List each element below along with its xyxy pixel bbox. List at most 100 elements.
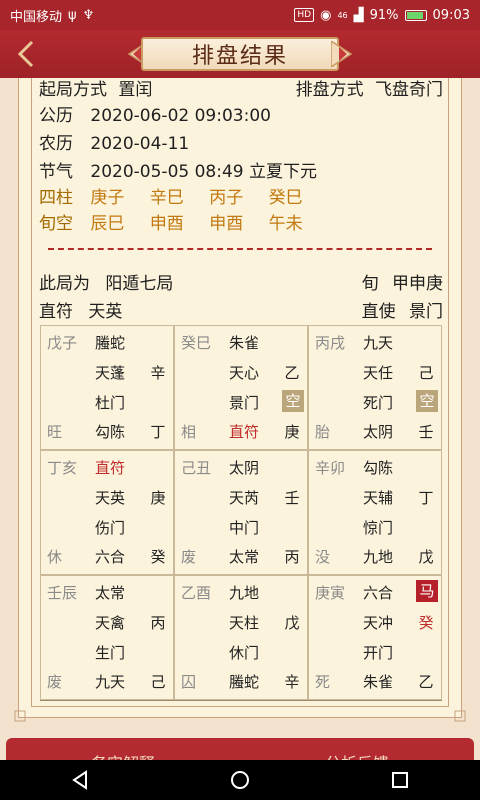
usb-debug-icon: ♆ <box>82 7 95 23</box>
palace-state: 废 <box>181 548 197 566</box>
palace-god2: 螣蛇 <box>229 673 260 691</box>
back-arrow-icon[interactable] <box>12 38 40 70</box>
palace-stem: 癸巳 <box>181 334 212 352</box>
back-triangle-icon[interactable] <box>69 769 91 791</box>
palace-god: 太常 <box>95 584 126 602</box>
recents-square-icon[interactable] <box>389 769 411 791</box>
palace-cell: 丙戌胎 九天 天任 己死门 空太阴 壬 <box>308 325 442 450</box>
carrier-label: 中国移动 <box>10 9 63 25</box>
palace-cell: 丁亥休 直符 天英 庚伤门 六合 癸 <box>40 450 174 575</box>
palace-star: 天心 <box>229 364 260 382</box>
xun-label: 旬 <box>361 274 379 294</box>
lunar-row: 农历 2020-04-11 <box>39 132 189 156</box>
palace-god: 六合 <box>363 584 394 602</box>
solar-row: 公历 2020-06-02 09:03:00 <box>39 104 271 128</box>
palace-star: 天英 <box>95 489 126 507</box>
zhifu-row: 直符 天英 <box>39 300 122 324</box>
zhifu-label: 直符 <box>39 302 73 322</box>
zhishi-value: 景门 <box>409 302 443 322</box>
nine-palace-grid: 戊子旺螣蛇 天蓬辛杜门 勾陈丁癸巳相朱雀 天心乙景门空直符庚丙戌胎九天 天任己死门空太阴… <box>40 325 442 701</box>
start-method-row: 起局方式 置闰 <box>39 78 152 102</box>
palace-stem: 己丑 <box>181 459 212 477</box>
palace-state: 旺 <box>47 423 63 441</box>
xun-value: 甲申庚 <box>392 274 443 294</box>
pillar-month: 辛巳 <box>149 188 184 208</box>
ju-label: 此局为 <box>39 274 90 294</box>
ju-row: 此局为 阳遁七局 <box>39 272 173 296</box>
palace-cell: 辛卯没 勾陈 天辅 丁惊门 九地 戊 <box>308 450 442 575</box>
start-method-label: 起局方式 <box>39 80 107 100</box>
palace-star: 天禽 <box>95 614 126 632</box>
xunkong-row: 旬空 辰巳 申酉 申酉 午未 <box>39 212 303 236</box>
battery-percent: 91% <box>369 7 399 23</box>
palace-star: 天蓬 <box>95 364 126 382</box>
clock: 09:03 <box>432 7 470 23</box>
corner-ornament-icon <box>454 710 466 722</box>
palace-god2: 太阴 <box>363 423 394 441</box>
palace-star-stem: 丙 <box>150 614 166 632</box>
palace-god2: 勾陈 <box>95 423 126 441</box>
void-badge: 空 <box>282 390 304 412</box>
network-type-label: 46 <box>337 10 348 20</box>
palace-door: 休门 <box>229 644 260 662</box>
palace-cell: 乙酉囚 九地 天柱 戊休门 螣蛇 辛 <box>174 575 308 700</box>
zhishi-row: 直使 景门 <box>362 300 443 324</box>
palace-god2-stem: 辛 <box>284 673 300 691</box>
palace-god: 九天 <box>363 334 394 352</box>
eye-icon: ◉ <box>320 7 332 23</box>
ju-value: 阳遁七局 <box>105 274 174 294</box>
palace-god: 九地 <box>229 584 260 602</box>
palace-god: 朱雀 <box>229 334 260 352</box>
palace-god2: 直符 <box>229 423 260 441</box>
pan-method-row: 排盘方式 飞盘奇门 <box>296 78 443 102</box>
solar-term-row: 节气 2020-05-05 08:49 立夏下元 <box>39 160 317 184</box>
palace-state: 休 <box>47 548 63 566</box>
palace-god2: 朱雀 <box>363 673 394 691</box>
palace-star-stem: 己 <box>418 364 434 382</box>
palace-star: 天芮 <box>229 489 260 507</box>
palace-door: 开门 <box>363 644 394 662</box>
palace-god: 螣蛇 <box>95 334 126 352</box>
start-method-value: 置闰 <box>118 80 153 100</box>
palace-god2-stem: 乙 <box>418 673 434 691</box>
palace-cell: 己丑废 太阴 天芮 壬中门 太常 丙 <box>174 450 308 575</box>
palace-cell: 癸巳相 朱雀 天心 乙景门 空直符 庚 <box>174 325 308 450</box>
palace-stem: 丙戌 <box>315 334 346 352</box>
xunkong-day: 申酉 <box>209 214 244 234</box>
palace-god2: 六合 <box>95 548 126 566</box>
palace-state: 没 <box>315 548 331 566</box>
palace-star-stem: 庚 <box>150 489 166 507</box>
palace-door: 杜门 <box>95 394 126 412</box>
four-pillars-row: 四柱 庚子 辛巳 丙子 癸巳 <box>39 186 303 210</box>
home-circle-icon[interactable] <box>229 769 251 791</box>
zhifu-value: 天英 <box>88 302 123 322</box>
corner-ornament-icon <box>14 710 26 722</box>
palace-door: 死门 <box>363 394 394 412</box>
palace-state: 相 <box>181 423 197 441</box>
status-bar: 中国移动 ψ ♆ HD ◉ 46 ▟ 91% 09:03 <box>0 0 480 30</box>
palace-star-stem: 辛 <box>150 364 166 382</box>
palace-cell: 戊子旺 螣蛇 天蓬 辛杜门 勾陈 丁 <box>40 325 174 450</box>
palace-star-stem: 丁 <box>418 489 434 507</box>
palace-stem: 丁亥 <box>47 459 78 477</box>
palace-state: 废 <box>47 673 63 691</box>
palace-state: 死 <box>315 673 331 691</box>
palace-god2-stem: 戊 <box>418 548 434 566</box>
palace-stem: 戊子 <box>47 334 78 352</box>
signal-icon: ▟ <box>353 7 364 23</box>
palace-god: 太阴 <box>229 459 260 477</box>
lunar-label: 农历 <box>39 134 73 154</box>
palace-stem: 庚寅 <box>315 584 346 602</box>
void-badge: 空 <box>416 390 438 412</box>
palace-door: 景门 <box>229 394 260 412</box>
solar-term-value: 2020-05-05 08:49 立夏下元 <box>90 162 318 182</box>
palace-star-stem: 乙 <box>284 364 300 382</box>
system-nav-bar <box>0 760 480 800</box>
palace-door: 中门 <box>229 519 260 537</box>
zhishi-label: 直使 <box>361 302 396 322</box>
four-pillars-label: 四柱 <box>39 188 73 208</box>
palace-god2: 九地 <box>363 548 394 566</box>
palace-god2: 九天 <box>95 673 126 691</box>
hd-badge: HD <box>294 8 315 22</box>
palace-door: 生门 <box>95 644 126 662</box>
